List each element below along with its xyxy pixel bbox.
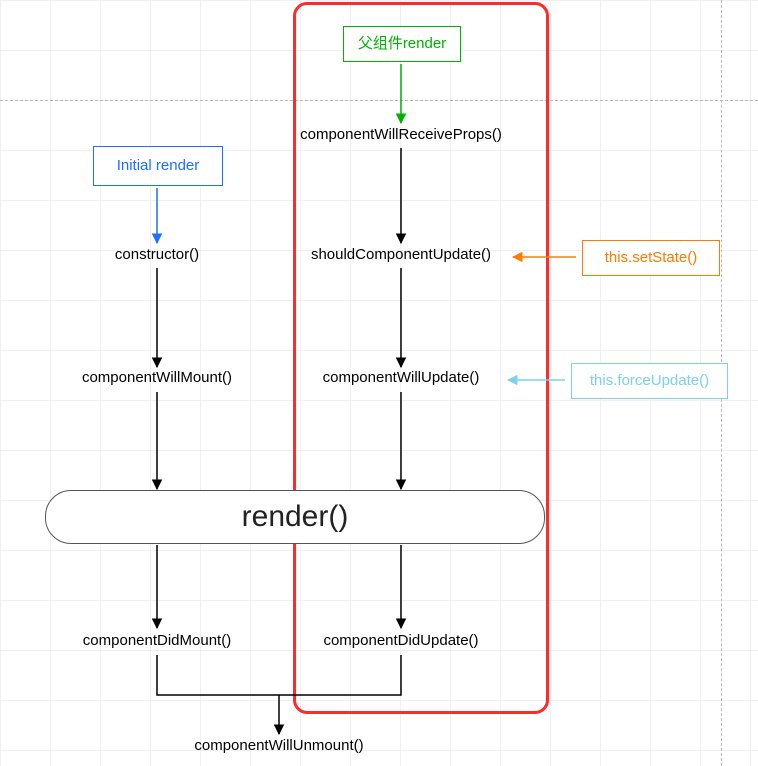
this-set-state-box: this.setState()	[582, 240, 720, 276]
diagram-canvas: 父组件render Initial render constructor() c…	[0, 0, 758, 766]
component-will-receive-props-node: componentWillReceiveProps()	[296, 126, 506, 143]
constructor-label: constructor()	[115, 246, 199, 263]
parent-render-label: 父组件render	[358, 35, 446, 52]
scu-label: shouldComponentUpdate()	[311, 246, 491, 263]
cdm-label: componentDidMount()	[83, 632, 231, 649]
component-will-mount-node: componentWillMount()	[65, 369, 249, 386]
component-did-mount-node: componentDidMount()	[67, 632, 247, 649]
parent-render-box: 父组件render	[343, 26, 461, 62]
render-node: render()	[45, 490, 545, 544]
component-will-update-node: componentWillUpdate()	[296, 369, 506, 386]
cwm-label: componentWillMount()	[82, 369, 232, 386]
this-force-update-label: this.forceUpdate()	[590, 372, 709, 389]
component-will-unmount-node: componentWillUnmount()	[179, 737, 379, 754]
cwu-label: componentWillUpdate()	[323, 369, 480, 386]
this-set-state-label: this.setState()	[605, 249, 698, 266]
update-lifecycle-highlight	[293, 2, 549, 714]
cwrp-label: componentWillReceiveProps()	[300, 126, 502, 143]
this-force-update-box: this.forceUpdate()	[571, 363, 728, 399]
should-component-update-node: shouldComponentUpdate()	[296, 246, 506, 263]
cdu-label: componentDidUpdate()	[323, 632, 478, 649]
component-did-update-node: componentDidUpdate()	[296, 632, 506, 649]
render-label: render()	[242, 500, 349, 533]
constructor-node: constructor()	[97, 246, 217, 263]
initial-render-label: Initial render	[117, 157, 200, 174]
initial-render-box: Initial render	[93, 146, 223, 186]
cwun-label: componentWillUnmount()	[194, 737, 363, 754]
